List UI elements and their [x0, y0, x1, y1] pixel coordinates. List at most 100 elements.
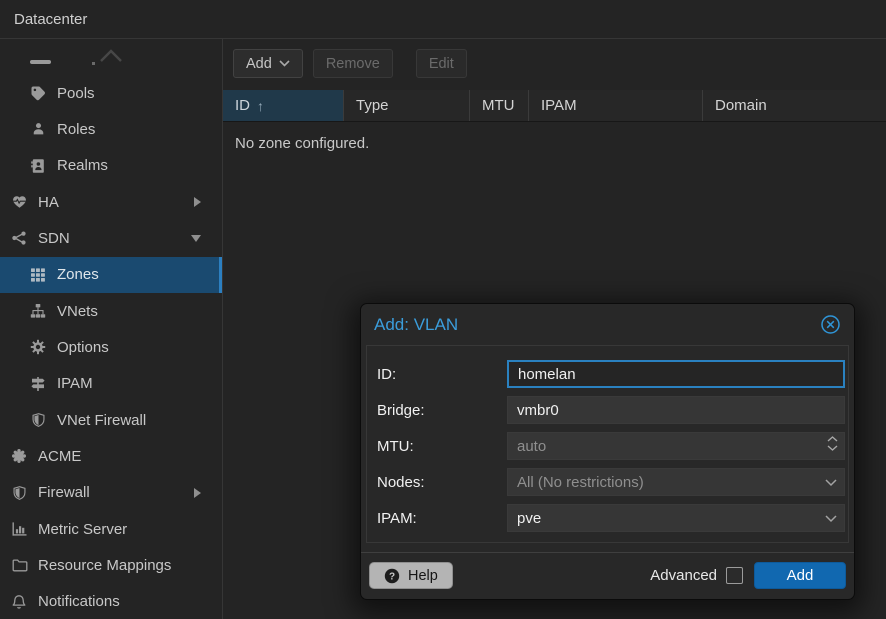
sidebar-item-zones[interactable]: Zones — [0, 257, 222, 293]
expander-collapsed-icon[interactable] — [194, 197, 201, 207]
id-field — [507, 360, 845, 388]
dialog-title: Add: VLAN — [374, 315, 820, 335]
column-header-type[interactable]: Type — [344, 90, 470, 121]
nodes-field — [507, 468, 845, 496]
mtu-field-label: MTU: — [377, 438, 498, 455]
expander-expanded-icon[interactable] — [191, 235, 201, 242]
certificate-icon — [10, 448, 28, 465]
zones-toolbar: Add Remove Edit — [223, 39, 886, 90]
spinner-up-down-icon[interactable] — [827, 436, 838, 451]
sidebar-item-label: Pools — [57, 85, 95, 102]
column-header-domain[interactable]: Domain — [703, 90, 886, 121]
sitemap-icon — [29, 303, 47, 320]
sidebar-item-label: ACME — [38, 448, 81, 465]
icon-fragment — [92, 62, 95, 65]
sidebar-item-acme[interactable]: ACME — [0, 438, 222, 474]
nodes-combobox[interactable] — [507, 468, 845, 496]
shield-icon — [29, 412, 47, 429]
sidebar-item-ipam[interactable]: IPAM — [0, 366, 222, 402]
add-button[interactable]: Add — [233, 49, 303, 78]
add-vlan-dialog: Add: VLAN ID: Bridge: MTU: — [360, 303, 855, 600]
advanced-label: Advanced — [650, 567, 717, 584]
chevron-down-icon[interactable] — [825, 515, 837, 523]
sidebar-item-partial[interactable] — [0, 39, 222, 75]
field-row-bridge: Bridge: — [377, 396, 845, 424]
field-row-mtu: MTU: — [377, 432, 845, 460]
bar-chart-icon — [10, 521, 28, 538]
app-header: Datacenter — [0, 0, 886, 39]
sidebar-item-notifications[interactable]: Notifications — [0, 584, 222, 619]
sidebar-item-realms[interactable]: Realms — [0, 148, 222, 184]
sidebar-item-metric-server[interactable]: Metric Server — [0, 511, 222, 547]
sidebar-item-label: Firewall — [38, 484, 90, 501]
icon-fragment — [30, 60, 51, 64]
sidebar-tree: Pools Roles Realms HA — [0, 39, 223, 619]
dialog-footer: ? Help Advanced Add — [361, 552, 854, 599]
id-field-label: ID: — [377, 366, 498, 383]
sidebar-item-label: SDN — [38, 230, 70, 247]
address-book-icon — [29, 157, 47, 174]
chevron-down-icon[interactable] — [825, 479, 837, 487]
sidebar-item-label: Options — [57, 339, 109, 356]
folder-icon — [10, 557, 28, 574]
sidebar-item-label: VNet Firewall — [57, 412, 146, 429]
sidebar-item-ha[interactable]: HA — [0, 184, 222, 220]
sidebar-item-options[interactable]: Options — [0, 329, 222, 365]
sort-ascending-icon: ↑ — [257, 98, 264, 114]
network-icon — [10, 230, 28, 247]
sidebar-item-label: HA — [38, 194, 59, 211]
sidebar-item-label: IPAM — [57, 375, 93, 392]
shield-icon — [10, 484, 28, 501]
chevron-up-icon — [99, 49, 123, 63]
sidebar-item-label: Realms — [57, 157, 108, 174]
dialog-header[interactable]: Add: VLAN — [361, 304, 854, 345]
sidebar-item-label: VNets — [57, 303, 98, 320]
id-input[interactable] — [507, 360, 845, 388]
field-row-nodes: Nodes: — [377, 468, 845, 496]
expander-collapsed-icon[interactable] — [194, 488, 201, 498]
help-button[interactable]: ? Help — [369, 562, 453, 589]
user-icon — [29, 121, 47, 138]
add-button-label: Add — [246, 56, 272, 72]
sidebar-item-roles[interactable]: Roles — [0, 111, 222, 147]
sidebar-item-resource-mappings[interactable]: Resource Mappings — [0, 547, 222, 583]
field-row-id: ID: — [377, 360, 845, 388]
ipam-field-label: IPAM: — [377, 510, 498, 527]
svg-text:?: ? — [389, 571, 395, 582]
column-header-mtu[interactable]: MTU — [470, 90, 529, 121]
sidebar-item-sdn[interactable]: SDN — [0, 220, 222, 256]
map-signs-icon — [29, 375, 47, 392]
sidebar-item-vnet-firewall[interactable]: VNet Firewall — [0, 402, 222, 438]
sidebar-item-label: Notifications — [38, 593, 120, 610]
grid-icon — [29, 266, 47, 283]
column-header-id[interactable]: ID ↑ — [223, 90, 344, 121]
bridge-field — [507, 396, 845, 424]
mtu-input[interactable] — [507, 432, 845, 460]
remove-button-label: Remove — [326, 56, 380, 72]
ipam-combobox[interactable] — [507, 504, 845, 532]
field-row-ipam: IPAM: — [377, 504, 845, 532]
sidebar-item-label: Resource Mappings — [38, 557, 171, 574]
edit-button[interactable]: Edit — [416, 49, 467, 78]
edit-button-label: Edit — [429, 56, 454, 72]
sidebar-item-label: Roles — [57, 121, 95, 138]
column-header-ipam[interactable]: IPAM — [529, 90, 703, 121]
ipam-field — [507, 504, 845, 532]
advanced-checkbox[interactable] — [726, 567, 743, 584]
sidebar-item-pools[interactable]: Pools — [0, 75, 222, 111]
help-button-label: Help — [408, 568, 438, 584]
chevron-down-icon — [279, 60, 290, 67]
remove-button[interactable]: Remove — [313, 49, 393, 78]
sidebar-item-label: Metric Server — [38, 521, 127, 538]
mtu-field — [507, 432, 845, 460]
gear-icon — [29, 339, 47, 356]
bridge-input[interactable] — [507, 396, 845, 424]
heartbeat-icon — [10, 194, 28, 211]
close-icon[interactable] — [820, 314, 841, 335]
sidebar-item-firewall[interactable]: Firewall — [0, 475, 222, 511]
bridge-field-label: Bridge: — [377, 402, 498, 419]
dialog-add-button[interactable]: Add — [754, 562, 846, 589]
sidebar-item-vnets[interactable]: VNets — [0, 293, 222, 329]
bell-icon — [10, 593, 28, 610]
dialog-form: ID: Bridge: MTU: — [366, 345, 849, 543]
